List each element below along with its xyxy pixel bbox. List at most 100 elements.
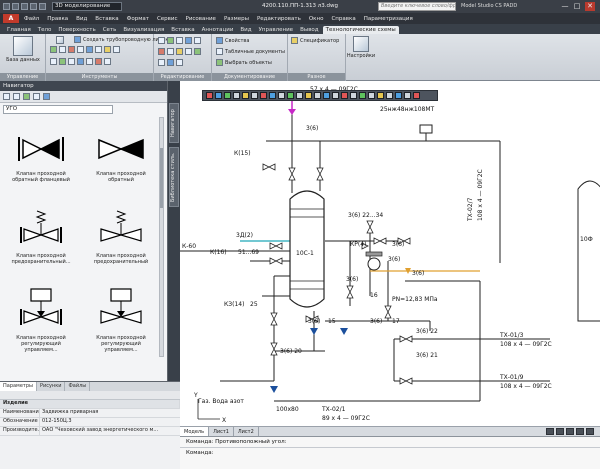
extend-icon[interactable] bbox=[176, 48, 183, 55]
filter-icon[interactable] bbox=[33, 93, 40, 100]
tab-solid[interactable]: Тело bbox=[35, 26, 55, 34]
osnap-toggle-icon[interactable] bbox=[586, 428, 594, 435]
catalog-item-control-valve-1[interactable]: Клапан проходной регулирующий управляем.… bbox=[6, 287, 76, 353]
tab-visualize[interactable]: Визуализация bbox=[120, 26, 167, 34]
float-tool-19-icon[interactable] bbox=[368, 92, 375, 99]
float-tool-24-icon[interactable] bbox=[413, 92, 420, 99]
offset-icon[interactable] bbox=[167, 59, 174, 66]
maximize-button[interactable]: □ bbox=[572, 2, 582, 11]
flow-tool-icon[interactable] bbox=[77, 58, 84, 65]
tab-model[interactable]: Модель bbox=[180, 426, 210, 437]
tab-parameters[interactable]: Параметры bbox=[0, 382, 37, 391]
tab-output[interactable]: Вывод bbox=[297, 26, 322, 34]
catalog-item-check-valve-flanged[interactable]: Клапан проходной обратный фланцевый bbox=[6, 131, 76, 183]
view-mode-icon[interactable] bbox=[43, 93, 50, 100]
delete-tool-icon[interactable] bbox=[95, 58, 102, 65]
redo-icon[interactable] bbox=[39, 3, 46, 10]
property-group-header[interactable]: Изделие bbox=[0, 400, 180, 409]
table-docs-button[interactable]: Табличные документы bbox=[216, 48, 285, 55]
property-row[interactable]: Производите... ОАО "Чеховский завод энер… bbox=[0, 427, 180, 436]
application-menu-button[interactable]: A bbox=[3, 14, 19, 23]
float-tool-16-icon[interactable] bbox=[341, 92, 348, 99]
tab-sheet2[interactable]: Лист2 bbox=[234, 426, 259, 437]
property-row[interactable]: Обозначение 012-150Ц.3 bbox=[0, 418, 180, 427]
menu-edit[interactable]: Правка bbox=[44, 16, 71, 22]
grid-toggle-icon[interactable] bbox=[556, 428, 564, 435]
fillet-icon[interactable] bbox=[176, 59, 183, 66]
tag-tool-icon[interactable] bbox=[104, 46, 111, 53]
tab-insert[interactable]: Вставка bbox=[168, 26, 197, 34]
float-tool-5-icon[interactable] bbox=[242, 92, 249, 99]
float-tool-12-icon[interactable] bbox=[305, 92, 312, 99]
specifier-button[interactable]: Спецификатор bbox=[291, 37, 339, 44]
save-icon[interactable] bbox=[21, 3, 28, 10]
float-tool-15-icon[interactable] bbox=[332, 92, 339, 99]
menu-help[interactable]: Справка bbox=[328, 16, 358, 22]
menu-draw[interactable]: Рисование bbox=[183, 16, 219, 22]
float-tool-17-icon[interactable] bbox=[350, 92, 357, 99]
scale-icon[interactable] bbox=[185, 37, 192, 44]
forward-icon[interactable] bbox=[13, 93, 20, 100]
break-tool-icon[interactable] bbox=[50, 58, 57, 65]
arrow-tool-icon[interactable] bbox=[113, 46, 120, 53]
undo-icon[interactable] bbox=[30, 3, 37, 10]
float-tool-18-icon[interactable] bbox=[359, 92, 366, 99]
menu-view[interactable]: Вид bbox=[73, 16, 90, 22]
open-file-icon[interactable] bbox=[12, 3, 19, 10]
close-button[interactable]: ✕ bbox=[585, 2, 595, 11]
ortho-toggle-icon[interactable] bbox=[566, 428, 574, 435]
float-tool-8-icon[interactable] bbox=[269, 92, 276, 99]
new-file-icon[interactable] bbox=[3, 3, 10, 10]
properties-button[interactable]: Свойства bbox=[216, 37, 249, 44]
float-tool-13-icon[interactable] bbox=[314, 92, 321, 99]
float-tool-10-icon[interactable] bbox=[287, 92, 294, 99]
mirror-tool-icon[interactable] bbox=[104, 58, 111, 65]
tab-files[interactable]: Файлы bbox=[65, 382, 91, 391]
float-tool-4-icon[interactable] bbox=[233, 92, 240, 99]
float-tool-9-icon[interactable] bbox=[278, 92, 285, 99]
vtab-navigator[interactable]: Навигатор bbox=[169, 103, 179, 143]
menu-parametric[interactable]: Параметризация bbox=[361, 16, 416, 22]
insert-tool-icon[interactable] bbox=[68, 58, 75, 65]
workspace-selector[interactable]: 3D моделирование bbox=[52, 2, 122, 11]
catalog-item-safety-valve-1[interactable]: Клапан проходной предохранительный... bbox=[6, 209, 76, 265]
cross-tool-icon[interactable] bbox=[86, 58, 93, 65]
move-icon[interactable] bbox=[158, 37, 165, 44]
tab-mesh[interactable]: Сеть bbox=[100, 26, 120, 34]
vtab-style-library[interactable]: Библиотека стиль. bbox=[169, 147, 179, 207]
tab-sheet1[interactable]: Лист1 bbox=[209, 426, 234, 437]
explode-icon[interactable] bbox=[194, 48, 201, 55]
float-tool-23-icon[interactable] bbox=[404, 92, 411, 99]
copy-icon[interactable] bbox=[167, 37, 174, 44]
catalog-item-control-valve-2[interactable]: Клапан проходной регулирующий управляем.… bbox=[86, 287, 156, 353]
minimize-button[interactable]: — bbox=[560, 2, 570, 11]
help-search-input[interactable]: Введите ключевое слово/фразу bbox=[378, 2, 456, 11]
tab-surface[interactable]: Поверхность bbox=[55, 26, 98, 34]
navigator-scroll-thumb[interactable] bbox=[160, 148, 163, 208]
array-icon[interactable] bbox=[158, 59, 165, 66]
property-row[interactable]: Наименование Задвижка приварная bbox=[0, 409, 180, 418]
float-tool-3-icon[interactable] bbox=[224, 92, 231, 99]
trim-icon[interactable] bbox=[167, 48, 174, 55]
select-objects-button[interactable]: Выбрать объекты bbox=[216, 59, 272, 66]
tab-pictures[interactable]: Рисунки bbox=[37, 382, 66, 391]
menu-modify[interactable]: Редактировать bbox=[254, 16, 304, 22]
valve-tool-icon[interactable] bbox=[50, 46, 57, 53]
menu-file[interactable]: Файл bbox=[21, 16, 42, 22]
float-tool-2-icon[interactable] bbox=[215, 92, 222, 99]
flange-tool-icon[interactable] bbox=[77, 46, 84, 53]
settings-button[interactable]: Настройки bbox=[347, 36, 375, 59]
instrument-tool-icon[interactable] bbox=[86, 46, 93, 53]
join-icon[interactable] bbox=[185, 48, 192, 55]
float-tool-1-icon[interactable] bbox=[206, 92, 213, 99]
play-icon[interactable] bbox=[23, 93, 30, 100]
float-tool-22-icon[interactable] bbox=[395, 92, 402, 99]
float-tool-21-icon[interactable] bbox=[386, 92, 393, 99]
snap-toggle-icon[interactable] bbox=[546, 428, 554, 435]
menu-insert[interactable]: Вставка bbox=[92, 16, 121, 22]
float-tool-14-icon[interactable] bbox=[323, 92, 330, 99]
reducer-tool-icon[interactable] bbox=[95, 46, 102, 53]
tab-home[interactable]: Главная bbox=[4, 26, 34, 34]
float-tool-7-icon[interactable] bbox=[260, 92, 267, 99]
line-tool-icon[interactable] bbox=[59, 46, 66, 53]
